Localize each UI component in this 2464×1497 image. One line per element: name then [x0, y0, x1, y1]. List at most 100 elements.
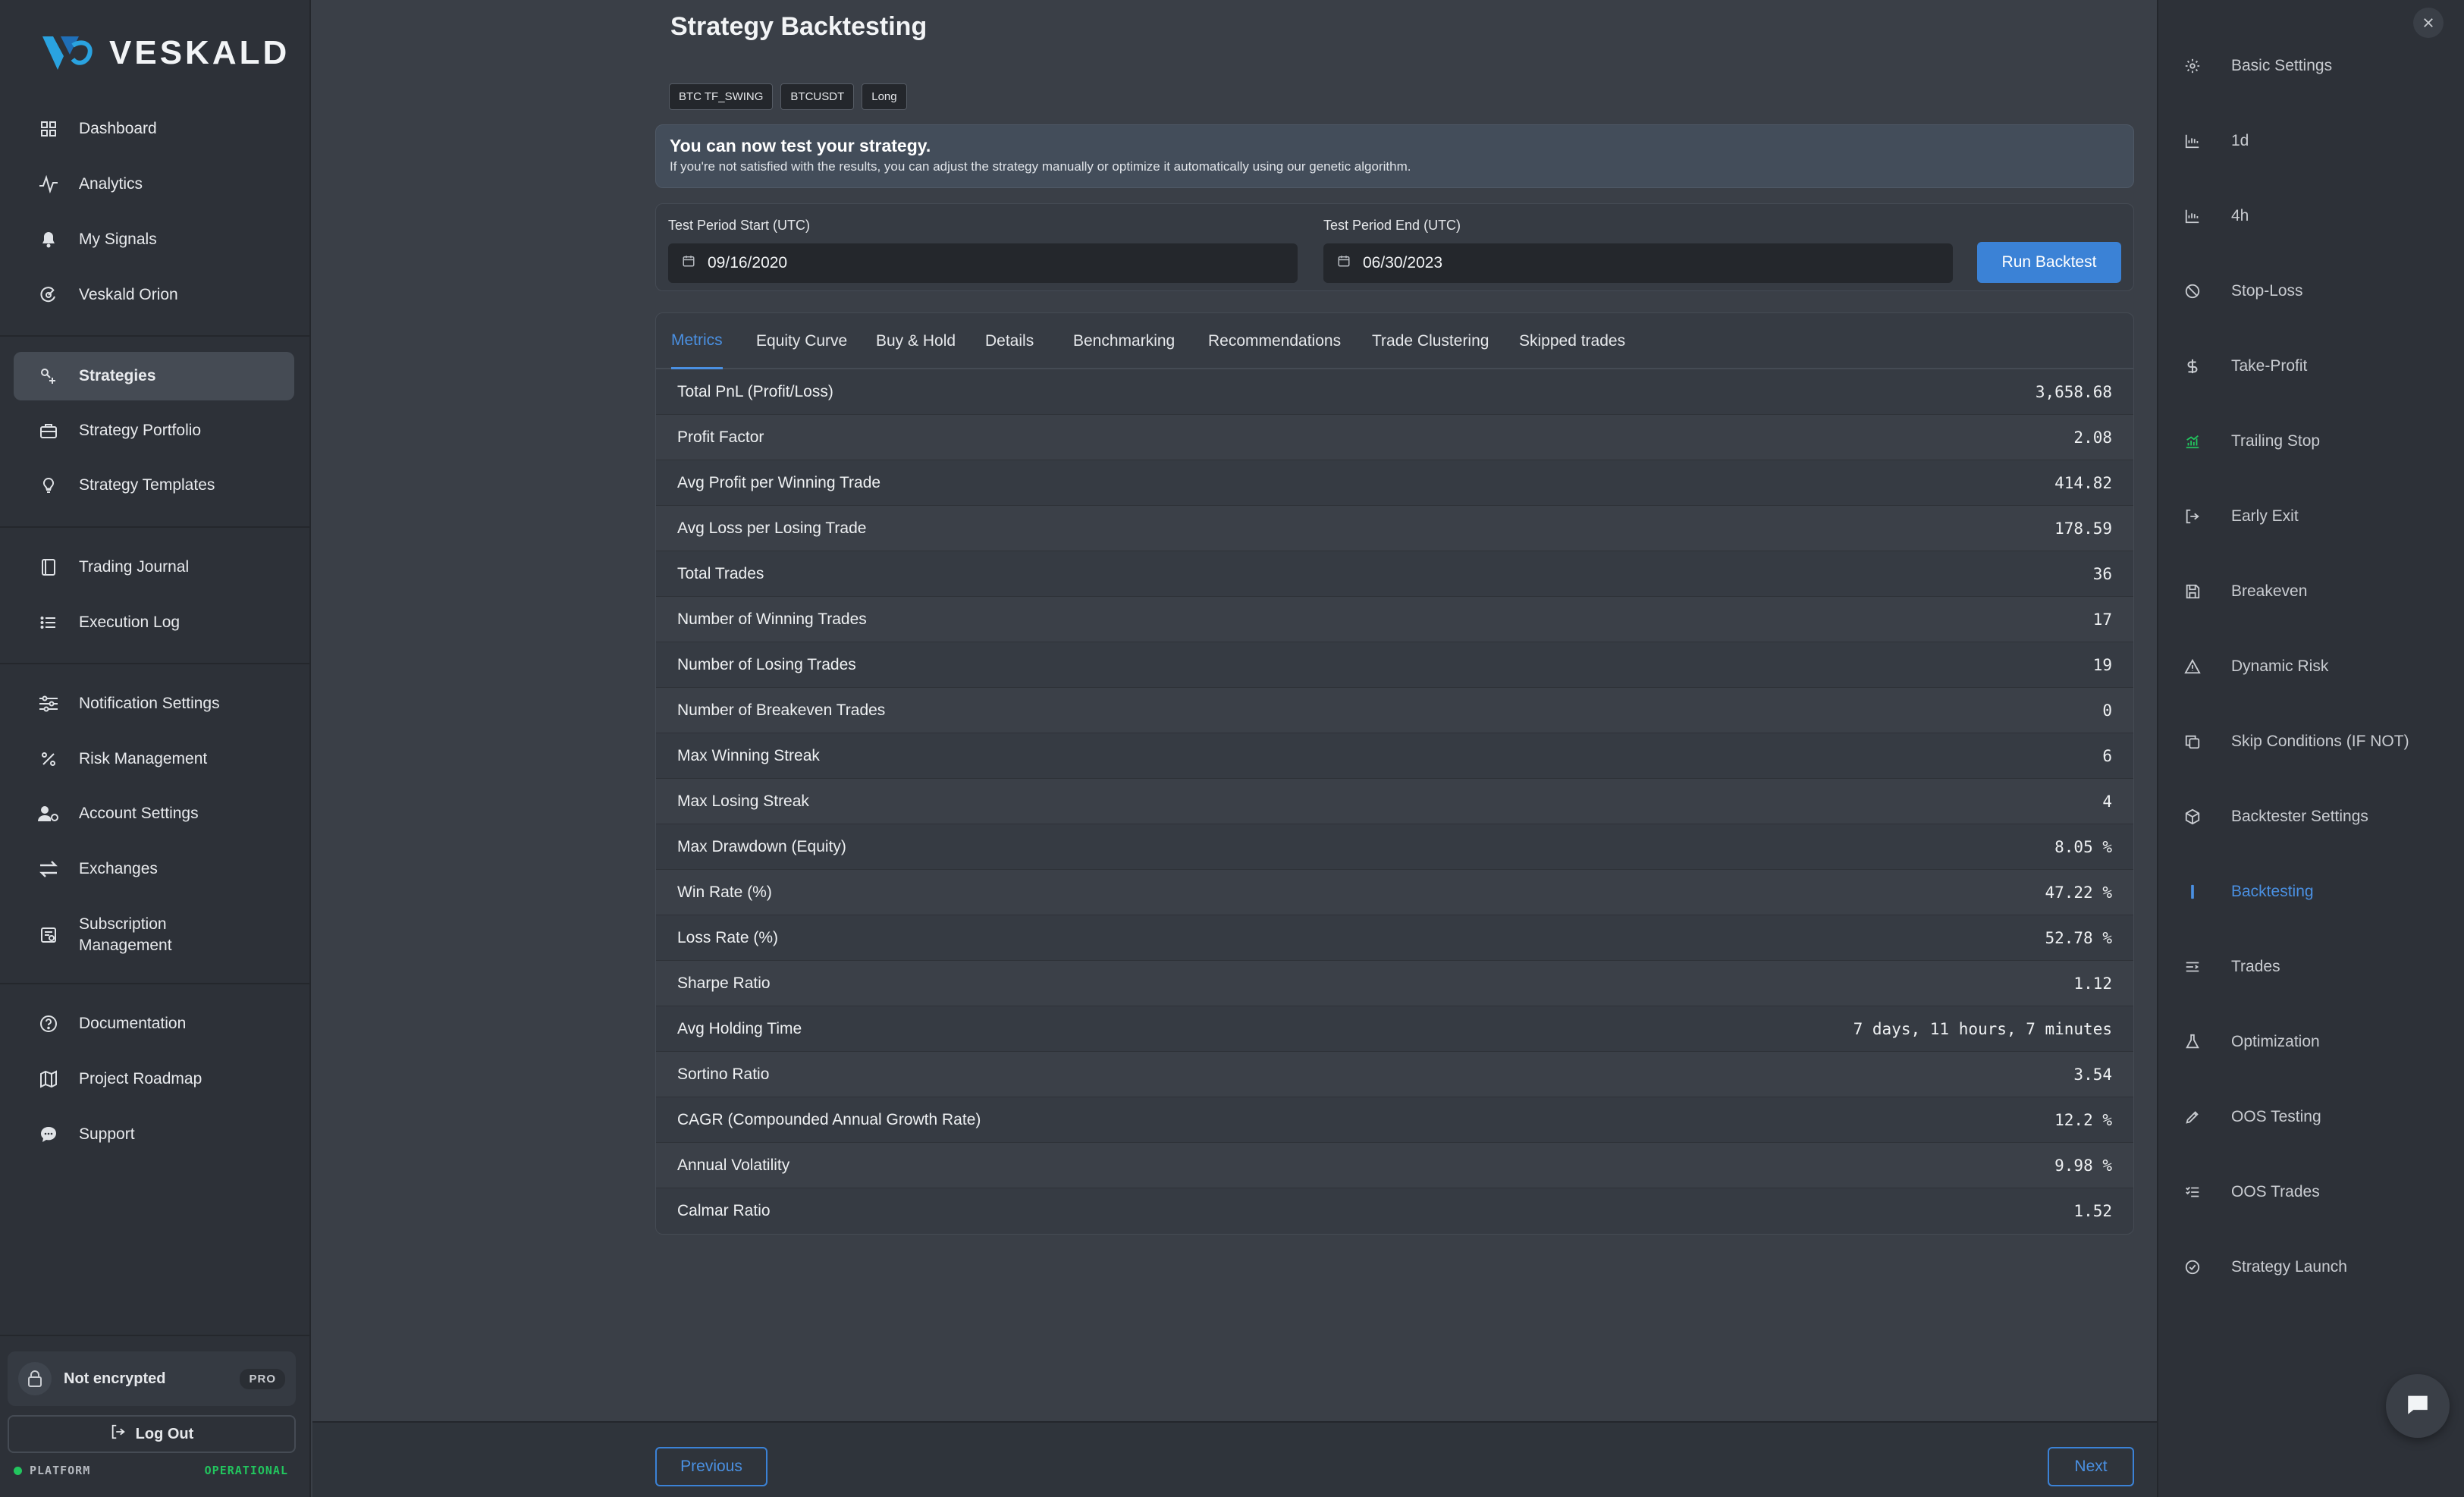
sidebar-item-documentation[interactable]: Documentation: [14, 1000, 294, 1048]
step-backtesting[interactable]: Backtesting: [2183, 873, 2456, 911]
briefcase-icon: [38, 420, 59, 441]
step-optimization[interactable]: Optimization: [2183, 1023, 2456, 1061]
step-take-profit[interactable]: Take-Profit: [2183, 347, 2456, 385]
step-label: Early Exit: [2231, 507, 2299, 525]
sidebar-item-strategy-templates[interactable]: Strategy Templates: [14, 461, 294, 510]
tab-metrics[interactable]: Metrics: [671, 313, 723, 369]
sidebar-item-my-signals[interactable]: My Signals: [14, 215, 294, 264]
calendar-icon: [682, 254, 695, 272]
sidebar-item-trading-journal[interactable]: Trading Journal: [14, 543, 294, 592]
sidebar-item-dashboard[interactable]: Dashboard: [14, 105, 294, 153]
dollar-icon: [2183, 356, 2202, 376]
step-skip-conditions[interactable]: Skip Conditions (IF NOT): [2183, 723, 2456, 761]
metric-value: 7 days, 11 hours, 7 minutes: [1853, 1019, 2112, 1038]
sidebar-item-notification-settings[interactable]: Notification Settings: [14, 679, 294, 728]
step-label: Breakeven: [2231, 582, 2308, 600]
tag-direction: Long: [862, 83, 907, 110]
tab-buy-and-hold[interactable]: Buy & Hold: [876, 313, 956, 369]
sidebar-item-support[interactable]: Support: [14, 1110, 294, 1159]
sidebar-item-veskald-orion[interactable]: Veskald Orion: [14, 271, 294, 319]
sidebar-item-execution-log[interactable]: Execution Log: [14, 598, 294, 647]
sidebar-item-label: Risk Management: [79, 750, 208, 767]
percent-icon: [38, 748, 59, 770]
sidebar-item-account-settings[interactable]: Account Settings: [14, 789, 294, 838]
run-backtest-button[interactable]: Run Backtest: [1977, 242, 2121, 283]
sidebar-item-strategies[interactable]: Strategies: [14, 352, 294, 400]
trailing-chart-icon: [2183, 432, 2202, 451]
tag-strategy-name: BTC TF_SWING: [669, 83, 774, 110]
sidebar-item-exchanges[interactable]: Exchanges: [14, 845, 294, 893]
metric-label: Win Rate (%): [677, 883, 772, 901]
status-value: OPERATIONAL: [204, 1464, 288, 1477]
metric-label: Total Trades: [677, 564, 764, 582]
metric-value: 36: [2092, 564, 2112, 583]
sidebar-item-project-roadmap[interactable]: Project Roadmap: [14, 1055, 294, 1103]
sidebar-item-label: Trading Journal: [79, 558, 190, 576]
step-early-exit[interactable]: Early Exit: [2183, 497, 2456, 535]
date-range-panel: Test Period Start (UTC) 09/16/2020 Test …: [655, 203, 2134, 291]
metric-row: Loss Rate (%) 52.78 %: [656, 915, 2133, 961]
main-sidebar: VESKALD Dashboard Analytics My Signals V…: [0, 0, 311, 1497]
metric-label: Number of Winning Trades: [677, 610, 867, 628]
gear-icon: [2183, 56, 2202, 76]
encryption-status[interactable]: Not encrypted PRO: [8, 1351, 296, 1406]
sidebar-item-strategy-portfolio[interactable]: Strategy Portfolio: [14, 406, 294, 455]
metric-label: Loss Rate (%): [677, 928, 779, 946]
sidebar-item-risk-management[interactable]: Risk Management: [14, 735, 294, 783]
sidebar-item-analytics[interactable]: Analytics: [14, 160, 294, 209]
metric-row: Profit Factor 2.08: [656, 415, 2133, 460]
metric-value: 47.22 %: [2045, 883, 2112, 902]
tab-skipped-trades[interactable]: Skipped trades: [1519, 313, 1625, 369]
metric-value: 1.52: [2073, 1202, 2112, 1220]
step-dynamic-risk[interactable]: Dynamic Risk: [2183, 648, 2456, 686]
tab-recommendations[interactable]: Recommendations: [1208, 313, 1341, 369]
metric-label: Avg Profit per Winning Trade: [677, 473, 881, 491]
tab-benchmarking[interactable]: Benchmarking: [1073, 313, 1175, 369]
sidebar-item-subscription-management[interactable]: Subscription Management: [14, 908, 294, 962]
metric-row: Number of Losing Trades 19: [656, 642, 2133, 688]
step-label: Basic Settings: [2231, 57, 2333, 74]
step-label: Skip Conditions (IF NOT): [2231, 733, 2409, 750]
previous-button[interactable]: Previous: [655, 1447, 767, 1486]
start-date-input[interactable]: 09/16/2020: [668, 243, 1298, 283]
step-stop-loss[interactable]: Stop-Loss: [2183, 272, 2456, 310]
tab-details[interactable]: Details: [985, 313, 1034, 369]
checklist-icon: [2183, 1182, 2202, 1202]
sidebar-item-label: Documentation: [79, 1015, 187, 1032]
step-4h[interactable]: 4h: [2183, 197, 2456, 235]
bell-icon: [38, 229, 59, 250]
brand-logo[interactable]: VESKALD: [39, 32, 290, 74]
strategies-icon: [38, 366, 59, 387]
metric-value: 9.98 %: [2054, 1156, 2112, 1175]
metric-label: Sortino Ratio: [677, 1065, 770, 1083]
metric-label: Number of Breakeven Trades: [677, 701, 886, 719]
metric-label: Annual Volatility: [677, 1156, 790, 1174]
end-date-input[interactable]: 06/30/2023: [1323, 243, 1953, 283]
next-button[interactable]: Next: [2048, 1447, 2134, 1486]
step-backtester-settings[interactable]: Backtester Settings: [2183, 798, 2456, 836]
step-label: Stop-Loss: [2231, 282, 2303, 300]
sidebar-item-label: Analytics: [79, 175, 143, 193]
sidebar-divider: [0, 983, 311, 984]
collapse-toggle-icon[interactable]: [2413, 8, 2444, 38]
logout-button[interactable]: Log Out: [8, 1415, 296, 1453]
step-1d[interactable]: 1d: [2183, 122, 2456, 160]
step-strategy-launch[interactable]: Strategy Launch: [2183, 1248, 2456, 1286]
step-oos-testing[interactable]: OOS Testing: [2183, 1098, 2456, 1136]
metric-row: CAGR (Compounded Annual Growth Rate) 12.2…: [656, 1097, 2133, 1143]
step-breakeven[interactable]: Breakeven: [2183, 573, 2456, 610]
sidebar-item-label: Account Settings: [79, 805, 199, 822]
tab-trade-clustering[interactable]: Trade Clustering: [1372, 313, 1489, 369]
metric-row: Max Losing Streak 4: [656, 779, 2133, 824]
step-trailing-stop[interactable]: Trailing Stop: [2183, 422, 2456, 460]
sidebar-item-label: Strategies: [79, 367, 156, 384]
chat-widget-button[interactable]: [2386, 1374, 2450, 1438]
tab-equity-curve[interactable]: Equity Curve: [756, 313, 847, 369]
step-basic-settings[interactable]: Basic Settings: [2183, 47, 2456, 85]
copy-icon: [2183, 732, 2202, 752]
metric-row: Avg Holding Time 7 days, 11 hours, 7 minu…: [656, 1006, 2133, 1052]
step-oos-trades[interactable]: OOS Trades: [2183, 1173, 2456, 1211]
step-label: Trades: [2231, 958, 2280, 975]
step-trades[interactable]: Trades: [2183, 948, 2456, 986]
metric-row: Total Trades 36: [656, 551, 2133, 597]
